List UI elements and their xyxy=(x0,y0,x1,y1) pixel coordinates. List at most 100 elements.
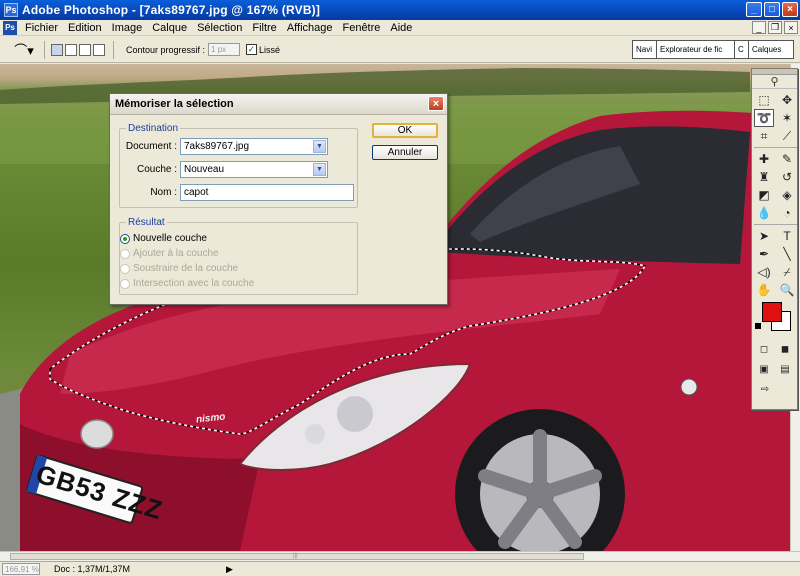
document-value: 7aks89767.jpg xyxy=(184,141,250,152)
menu-image[interactable]: Image xyxy=(107,22,148,34)
tab-file-browser[interactable]: Explorateur de fic xyxy=(657,41,735,58)
menu-affichage[interactable]: Affichage xyxy=(282,22,338,34)
menu-calque[interactable]: Calque xyxy=(147,22,192,34)
menu-filtre[interactable]: Filtre xyxy=(247,22,281,34)
status-bar: 166,91 % Doc : 1,37M/1,37M ▶ xyxy=(0,561,800,576)
horizontal-scrollbar[interactable]: ||| xyxy=(0,551,800,561)
radio-button[interactable] xyxy=(120,233,130,244)
screen-mode-2-icon[interactable]: ▤ xyxy=(776,360,794,378)
chevron-down-icon[interactable]: ▼ xyxy=(313,140,326,153)
channel-select[interactable]: Nouveau ▼ xyxy=(180,161,328,178)
default-colors-icon[interactable] xyxy=(755,323,761,329)
close-button[interactable]: × xyxy=(782,2,798,17)
radio-button xyxy=(120,278,130,289)
doc-restore-button[interactable]: ❐ xyxy=(768,21,782,34)
title-bar: Ps Adobe Photoshop - [7aks89767.jpg @ 16… xyxy=(0,0,800,20)
antialias-checkbox[interactable]: ✓ xyxy=(246,44,258,55)
tool-palette: ⚲ ⬚ ✥ ➰ ✶ ⌗ ⟋ ✚ ✎ ♜ ↺ ◩ ◈ 💧 ◔ ➤ T ✒ ╲ ◁)… xyxy=(751,68,798,410)
options-bar: ⌒▾ Contour progressif : 1 px ✓ Lissé Nav… xyxy=(0,37,800,63)
lasso-tool-icon[interactable]: ➰ xyxy=(754,109,774,127)
feather-input[interactable]: 1 px xyxy=(208,43,241,56)
radio-label: Nouvelle couche xyxy=(133,233,207,244)
brush-tool-icon[interactable]: ✎ xyxy=(777,150,797,168)
radio-button xyxy=(120,248,130,259)
move-tool-icon[interactable]: ✥ xyxy=(777,91,797,109)
subtract-selection-icon[interactable] xyxy=(79,43,91,56)
radio-label: Intersection avec la couche xyxy=(133,278,255,289)
radio-button xyxy=(120,263,130,274)
pen-tool-icon[interactable]: ✒ xyxy=(754,245,774,263)
cancel-button[interactable]: Annuler xyxy=(372,145,438,160)
hand-tool-icon[interactable]: ✋ xyxy=(754,281,774,299)
radio-label: Soustraire de la couche xyxy=(133,263,239,274)
minimize-button[interactable]: _ xyxy=(746,2,762,17)
menu-selection[interactable]: Sélection xyxy=(192,22,247,34)
doc-minimize-button[interactable]: _ xyxy=(752,21,766,34)
color-swatches xyxy=(754,302,795,336)
window-title: Adobe Photoshop - [7aks89767.jpg @ 167% … xyxy=(22,3,321,17)
layer-label: Couche : xyxy=(136,164,177,175)
line-tool-icon[interactable]: ╲ xyxy=(777,245,797,263)
document-label: Document : xyxy=(125,141,177,152)
bucket-tool-icon[interactable]: ◈ xyxy=(777,186,797,204)
eraser-tool-icon[interactable]: ◩ xyxy=(754,186,774,204)
channel-value: Nouveau xyxy=(184,164,225,175)
blur-tool-icon[interactable]: 💧 xyxy=(754,204,774,222)
save-selection-dialog: Mémoriser la sélection × Destination Doc… xyxy=(109,93,448,305)
chevron-down-icon[interactable]: ▼ xyxy=(313,163,326,176)
photoshop-icon: Ps xyxy=(4,3,18,17)
jump-to-imageready-icon[interactable]: ⇨ xyxy=(755,380,775,398)
menu-edition[interactable]: Edition xyxy=(63,22,107,34)
notes-tool-icon[interactable]: ◁) xyxy=(754,263,774,281)
document-select[interactable]: 7aks89767.jpg ▼ xyxy=(180,138,328,155)
menu-fichier[interactable]: Fichier xyxy=(20,22,63,34)
standard-mode-icon[interactable]: ◻ xyxy=(755,340,773,358)
antialias-label: Lissé xyxy=(259,44,281,55)
ok-button[interactable]: OK xyxy=(372,123,438,138)
doc-size-info: Doc : 1,37M/1,37M xyxy=(54,564,131,574)
status-menu-arrow-icon[interactable]: ▶ xyxy=(226,564,233,575)
dialog-titlebar[interactable]: Mémoriser la sélection × xyxy=(110,94,447,115)
dodge-tool-icon[interactable]: ◔ xyxy=(777,204,797,222)
lasso-preset-icon[interactable]: ⌒▾ xyxy=(10,40,38,60)
radio-intersect-channel: Intersection avec la couche xyxy=(120,278,254,289)
feather-logo-icon[interactable]: ⚲ xyxy=(752,75,797,89)
destination-legend: Destination xyxy=(128,123,179,134)
dialog-title: Mémoriser la sélection xyxy=(115,98,234,110)
intersect-selection-icon[interactable] xyxy=(93,43,105,56)
screen-mode-1-icon[interactable]: ▣ xyxy=(755,360,773,378)
zoom-input[interactable]: 166,91 % xyxy=(2,563,40,575)
zoom-tool-icon[interactable]: 🔍 xyxy=(777,281,797,299)
new-selection-icon[interactable] xyxy=(51,43,63,56)
magic-wand-icon[interactable]: ✶ xyxy=(777,109,797,127)
add-selection-icon[interactable] xyxy=(65,43,77,56)
channel-name-input[interactable]: capot xyxy=(180,184,354,201)
healing-brush-icon[interactable]: ✚ xyxy=(754,150,774,168)
tab-c[interactable]: C xyxy=(735,41,749,58)
type-tool-icon[interactable]: T xyxy=(777,227,797,245)
marquee-tool-icon[interactable]: ⬚ xyxy=(754,91,774,109)
radio-subtract-channel: Soustraire de la couche xyxy=(120,263,238,274)
maximize-button[interactable]: □ xyxy=(764,2,780,17)
history-brush-icon[interactable]: ↺ xyxy=(777,168,797,186)
tab-navigator[interactable]: Navi xyxy=(633,41,657,58)
tab-layers[interactable]: Calques xyxy=(749,41,793,58)
result-legend: Résultat xyxy=(128,217,165,228)
slice-tool-icon[interactable]: ⟋ xyxy=(777,127,797,145)
quickmask-mode-icon[interactable]: ◼ xyxy=(776,340,794,358)
feather-label: Contour progressif : xyxy=(126,44,206,55)
eyedropper-icon[interactable]: ⌿ xyxy=(777,263,797,281)
menu-fenetre[interactable]: Fenêtre xyxy=(337,22,385,34)
menu-aide[interactable]: Aide xyxy=(385,22,417,34)
foreground-color-swatch[interactable] xyxy=(762,302,782,322)
stamp-tool-icon[interactable]: ♜ xyxy=(754,168,774,186)
path-select-icon[interactable]: ➤ xyxy=(754,227,774,245)
divider xyxy=(113,40,114,59)
menu-bar: Ps Fichier Edition Image Calque Sélectio… xyxy=(0,20,800,36)
dialog-close-button[interactable]: × xyxy=(428,96,444,111)
document-icon[interactable]: Ps xyxy=(3,20,17,35)
doc-close-button[interactable]: × xyxy=(784,21,798,34)
radio-new-channel[interactable]: Nouvelle couche xyxy=(120,233,207,244)
palette-well: Navi Explorateur de fic C Calques xyxy=(632,40,794,59)
crop-tool-icon[interactable]: ⌗ xyxy=(754,127,774,145)
